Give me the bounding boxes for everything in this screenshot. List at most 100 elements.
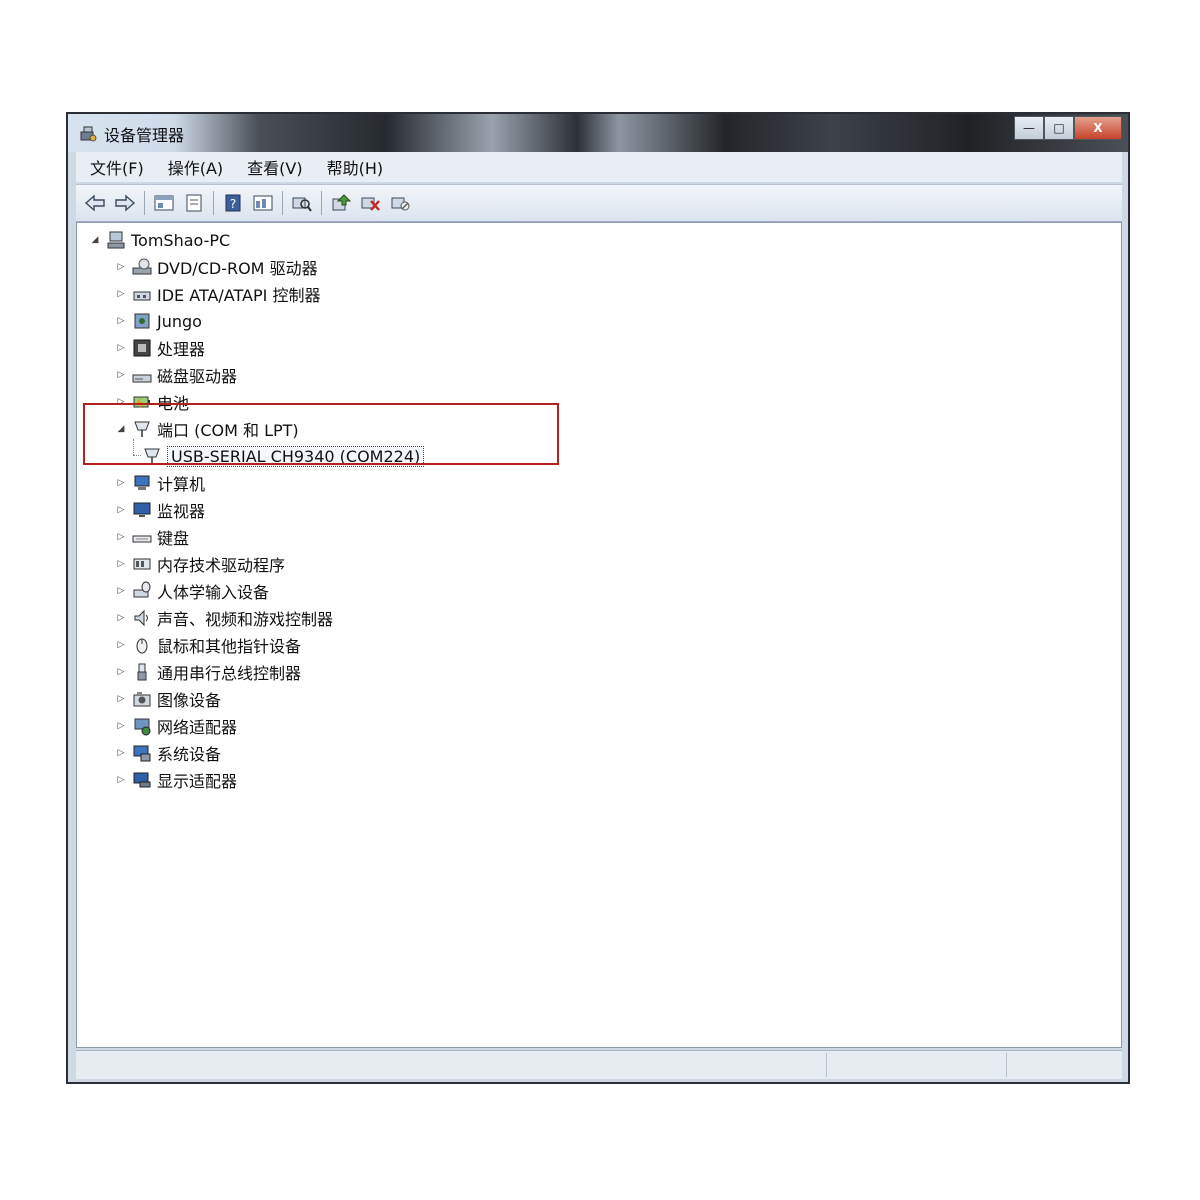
sound-icon: [131, 607, 153, 629]
expand-triangle-icon[interactable]: ▷: [115, 774, 127, 786]
tree-item-label: 监视器: [157, 502, 206, 521]
disk-drive-icon: [131, 364, 153, 386]
expand-triangle-icon[interactable]: ▷: [115, 585, 127, 597]
sheet-icon: [186, 194, 202, 212]
tree-item-label: DVD/CD-ROM 驱动器: [157, 259, 318, 278]
collapse-triangle-icon[interactable]: ◢: [89, 234, 101, 246]
window-title: 设备管理器: [104, 126, 185, 145]
expand-triangle-icon[interactable]: ▷: [115, 693, 127, 705]
update-driver-button[interactable]: [328, 190, 354, 216]
expand-triangle-icon[interactable]: ▷: [115, 747, 127, 759]
tree-item-label: IDE ATA/ATAPI 控制器: [157, 286, 321, 305]
expand-triangle-icon[interactable]: ▷: [115, 558, 127, 570]
expand-triangle-icon[interactable]: ▷: [115, 666, 127, 678]
tree-connector-line: [133, 439, 135, 455]
tree-connector-line: [133, 455, 141, 457]
ide-controller-icon: [131, 283, 153, 305]
display-adapter-icon: [131, 769, 153, 791]
tree-item-label: 声音、视频和游戏控制器: [157, 610, 334, 629]
jungo-device-icon: [131, 310, 153, 332]
disable-button[interactable]: [388, 190, 414, 216]
network-icon: [131, 715, 153, 737]
view-button[interactable]: [250, 190, 276, 216]
highlight-box: [83, 403, 559, 465]
device-manager-window: 设备管理器 — □ X 文件(F) 操作(A) 查看(V) 帮助(H) ? ◢ …: [66, 112, 1130, 1084]
tree-item[interactable]: ▷ 图像设备: [115, 686, 221, 712]
close-button[interactable]: X: [1074, 116, 1122, 140]
tree-item[interactable]: ▷ 通用串行总线控制器: [115, 659, 301, 685]
memory-tech-icon: [131, 553, 153, 575]
keyboard-icon: [131, 526, 153, 548]
tree-item[interactable]: ▷ 内存技术驱动程序: [115, 551, 285, 577]
tree-item-label: 磁盘驱动器: [157, 367, 238, 386]
toolbar-separator: [282, 191, 283, 215]
back-button[interactable]: [82, 190, 108, 216]
toolbar: ?: [76, 184, 1122, 222]
disable-icon: [391, 197, 410, 211]
expand-triangle-icon[interactable]: ▷: [115, 531, 127, 543]
expand-triangle-icon[interactable]: ▷: [115, 504, 127, 516]
expand-triangle-icon[interactable]: ▷: [115, 369, 127, 381]
minimize-button[interactable]: —: [1014, 116, 1044, 140]
monitor-icon: [131, 499, 153, 521]
processor-icon: [131, 337, 153, 359]
expand-triangle-icon[interactable]: ▷: [115, 342, 127, 354]
expand-triangle-icon[interactable]: ▷: [115, 639, 127, 651]
uninstall-button[interactable]: [358, 190, 384, 216]
tree-item-label: 通用串行总线控制器: [157, 664, 302, 683]
forward-arrow-icon: [115, 194, 136, 212]
tree-item-label: 网络适配器: [157, 718, 238, 737]
expand-triangle-icon[interactable]: ▷: [115, 612, 127, 624]
menu-help[interactable]: 帮助(H): [325, 153, 386, 181]
expand-triangle-icon[interactable]: ▷: [115, 315, 127, 327]
tree-item[interactable]: ▷ 人体学输入设备: [115, 578, 269, 604]
hid-icon: [131, 580, 153, 602]
expand-triangle-icon[interactable]: ▷: [115, 720, 127, 732]
tree-item-label: 鼠标和其他指针设备: [157, 637, 302, 656]
imaging-icon: [131, 688, 153, 710]
device-tree: ◢ TomShao-PC ▷ DVD/CD-ROM 驱动器 ▷ IDE ATA/…: [76, 222, 1122, 1048]
tree-item[interactable]: ▷ 键盘: [115, 524, 189, 550]
tree-item-label: 处理器: [157, 340, 206, 359]
uninstall-icon: [361, 197, 380, 211]
toolbar-separator: [144, 191, 145, 215]
tree-item[interactable]: ▷ 处理器: [115, 335, 205, 361]
toolbar-separator: [213, 191, 214, 215]
tree-item[interactable]: ▷ 声音、视频和游戏控制器: [115, 605, 333, 631]
tree-item[interactable]: ▷ 监视器: [115, 497, 205, 523]
tree-item[interactable]: ▷ Jungo: [115, 308, 202, 334]
tree-item-label: 系统设备: [157, 745, 222, 764]
expand-triangle-icon[interactable]: ▷: [115, 261, 127, 273]
tree-item-label: 键盘: [157, 529, 190, 548]
tree-item[interactable]: ▷ 显示适配器: [115, 767, 237, 793]
tree-item[interactable]: ▷ 网络适配器: [115, 713, 237, 739]
tree-item[interactable]: ▷ 磁盘驱动器: [115, 362, 237, 388]
sheet-button[interactable]: [181, 190, 207, 216]
expand-triangle-icon[interactable]: ▷: [115, 288, 127, 300]
menu-view[interactable]: 查看(V): [245, 153, 304, 181]
tree-item-label: 人体学输入设备: [157, 583, 270, 602]
tree-item[interactable]: ▷ IDE ATA/ATAPI 控制器: [115, 281, 321, 307]
tree-item[interactable]: ▷ 鼠标和其他指针设备: [115, 632, 301, 658]
status-bar: [76, 1050, 1122, 1079]
view-icon: [253, 195, 273, 211]
menu-file[interactable]: 文件(F): [88, 153, 146, 181]
tree-root[interactable]: ◢ TomShao-PC: [89, 227, 231, 253]
title-bar[interactable]: 设备管理器 — □ X: [68, 114, 1128, 152]
menu-bar: 文件(F) 操作(A) 查看(V) 帮助(H): [76, 152, 1122, 182]
window-controls: — □ X: [1014, 116, 1122, 140]
properties-button[interactable]: [151, 190, 177, 216]
scan-hardware-button[interactable]: [289, 190, 315, 216]
menu-action[interactable]: 操作(A): [166, 153, 225, 181]
tree-item[interactable]: ▷ DVD/CD-ROM 驱动器: [115, 254, 318, 280]
computer-icon: [131, 472, 153, 494]
forward-button[interactable]: [112, 190, 138, 216]
computer-root-icon: [105, 229, 127, 251]
help-button[interactable]: ?: [220, 190, 246, 216]
maximize-button[interactable]: □: [1044, 116, 1074, 140]
expand-triangle-icon[interactable]: ▷: [115, 477, 127, 489]
tree-item[interactable]: ▷ 系统设备: [115, 740, 221, 766]
status-pane: [1006, 1053, 1127, 1077]
status-pane: [826, 1053, 1007, 1077]
tree-item[interactable]: ▷ 计算机: [115, 470, 205, 496]
